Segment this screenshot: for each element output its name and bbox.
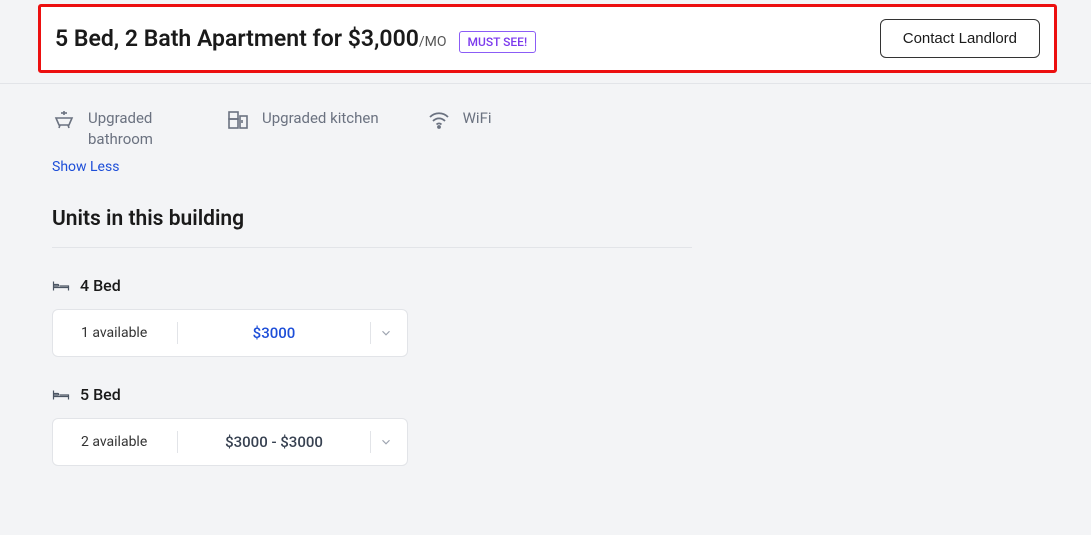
amenity-item: Upgraded bathroom <box>52 108 178 150</box>
units-heading: Units in this building <box>52 207 692 248</box>
bed-group-header: 4 Bed <box>52 276 692 295</box>
amenity-label: Upgraded kitchen <box>262 108 379 129</box>
contact-landlord-button[interactable]: Contact Landlord <box>880 19 1040 58</box>
chevron-down-icon[interactable] <box>379 435 393 449</box>
listing-title-text: 5 Bed, 2 Bath Apartment for $3,000 <box>55 25 419 52</box>
bed-icon <box>52 279 70 293</box>
unit-available-count: 2 available <box>67 434 177 450</box>
unit-price: $3000 <box>178 324 370 342</box>
chevron-down-icon[interactable] <box>379 326 393 340</box>
units-section: Units in this building 4 Bed 1 available… <box>52 207 692 466</box>
listing-title: 5 Bed, 2 Bath Apartment for $3,000/MO <box>55 25 447 52</box>
unit-card[interactable]: 2 available $3000 - $3000 <box>52 418 408 466</box>
page-body: Upgraded bathroom Upgraded kitchen WiFi … <box>0 83 1091 518</box>
listing-price-suffix: /MO <box>419 34 447 50</box>
unit-available-count: 1 available <box>67 325 177 341</box>
bed-group-label: 4 Bed <box>80 276 121 295</box>
amenities-row: Upgraded bathroom Upgraded kitchen WiFi <box>52 108 1039 150</box>
bed-group-4: 4 Bed 1 available $3000 <box>52 276 692 357</box>
unit-price: $3000 - $3000 <box>178 433 370 451</box>
bathroom-icon <box>52 108 76 132</box>
listing-title-group: 5 Bed, 2 Bath Apartment for $3,000/MO MU… <box>55 25 536 53</box>
wifi-icon <box>427 108 451 132</box>
bed-icon <box>52 388 70 402</box>
bed-group-header: 5 Bed <box>52 385 692 404</box>
amenity-item: Upgraded kitchen <box>226 108 379 150</box>
divider <box>370 431 371 453</box>
amenity-label: Upgraded bathroom <box>88 108 178 150</box>
divider <box>370 322 371 344</box>
listing-header: 5 Bed, 2 Bath Apartment for $3,000/MO MU… <box>38 4 1057 73</box>
bed-group-5: 5 Bed 2 available $3000 - $3000 <box>52 385 692 466</box>
show-less-toggle[interactable]: Show Less <box>52 159 119 175</box>
kitchen-icon <box>226 108 250 132</box>
amenity-item: WiFi <box>427 108 492 150</box>
unit-card[interactable]: 1 available $3000 <box>52 309 408 357</box>
amenity-label: WiFi <box>463 108 492 129</box>
must-see-badge: MUST SEE! <box>459 31 537 53</box>
bed-group-label: 5 Bed <box>80 385 121 404</box>
